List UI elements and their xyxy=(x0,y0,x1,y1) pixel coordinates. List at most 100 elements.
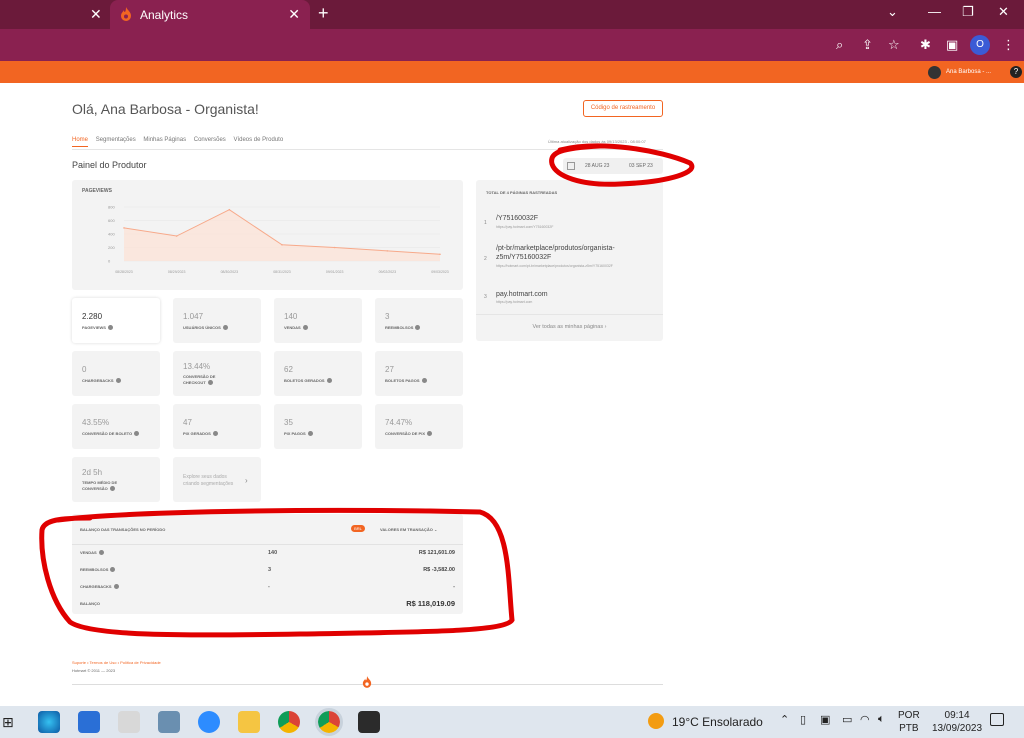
zoom-icon[interactable]: ⌕ xyxy=(836,37,843,53)
tab-my-pages[interactable]: Minhas Páginas xyxy=(143,137,186,143)
see-all-pages-link[interactable]: Ver todas as minhas páginas › xyxy=(476,314,663,330)
data-point[interactable] xyxy=(123,227,125,229)
app-icon[interactable] xyxy=(358,711,380,733)
info-icon[interactable] xyxy=(107,325,113,331)
tab-home[interactable]: Home xyxy=(72,137,89,147)
bookmark-star-icon[interactable]: ☆ xyxy=(888,37,900,53)
tab-analytics[interactable]: Analytics ✕ xyxy=(110,0,310,29)
hotmart-flame-icon xyxy=(362,676,372,688)
metric-value: 74.47% xyxy=(385,418,413,427)
share-icon[interactable]: ⇪ xyxy=(862,37,873,53)
metric-checkout-conversion[interactable]: 13.44% CONVERSÃO DE CHECKOUT xyxy=(173,351,261,396)
metric-pix-paid[interactable]: 35 PIX PAGOS xyxy=(274,404,362,449)
avatar[interactable] xyxy=(928,66,941,79)
weather-text[interactable]: 19°C Ensolarado xyxy=(672,715,763,729)
paint-icon[interactable] xyxy=(118,711,140,733)
task-view-icon[interactable]: ⊞ xyxy=(2,714,14,731)
footer-links[interactable]: Suporte • Termos de Uso • Política de Pr… xyxy=(72,660,161,665)
metric-label: BOLETOS GERADOS xyxy=(284,378,354,384)
info-icon[interactable] xyxy=(115,378,121,384)
info-icon[interactable] xyxy=(207,380,213,386)
input-language[interactable]: POR PTB xyxy=(898,709,920,735)
page-name[interactable]: /pt-br/marketplace/produtos/organista-z5… xyxy=(496,244,656,262)
wifi-icon[interactable]: ◠ xyxy=(860,713,870,726)
row-count: 3 xyxy=(268,567,272,573)
metric-chargebacks[interactable]: 0 CHARGEBACKS xyxy=(72,351,160,396)
page-name[interactable]: /Y75160032F xyxy=(496,214,656,223)
info-icon[interactable] xyxy=(113,584,119,590)
metric-boleto-conversion[interactable]: 43.55% CONVERSÃO DE BOLETO xyxy=(72,404,160,449)
close-window-icon[interactable]: ✕ xyxy=(998,4,1009,20)
tracking-code-button[interactable]: Código de rastreamento xyxy=(583,100,663,117)
info-icon[interactable] xyxy=(427,431,433,437)
info-icon[interactable] xyxy=(110,567,116,573)
tray-app-icon[interactable]: ▣ xyxy=(820,713,830,726)
data-point[interactable] xyxy=(175,235,178,237)
extensions-icon[interactable]: ✱ xyxy=(920,37,931,53)
zoom-app-icon[interactable] xyxy=(198,711,220,733)
metric-refunds[interactable]: 3 REEMBOLSOS xyxy=(375,298,463,343)
metric-pageviews[interactable]: 2.280 PAGEVIEWS xyxy=(72,298,160,343)
data-point[interactable] xyxy=(228,208,231,211)
tab-segmentations[interactable]: Segmentações xyxy=(96,137,136,143)
side-panel-icon[interactable]: ▣ xyxy=(946,37,958,53)
weather-sun-icon[interactable] xyxy=(648,713,664,729)
info-icon[interactable] xyxy=(415,325,421,331)
new-tab-icon[interactable]: + xyxy=(318,3,329,24)
info-icon[interactable] xyxy=(421,378,427,384)
tab-conversions[interactable]: Conversões xyxy=(194,137,226,143)
user-menu[interactable]: Ana Barbosa - ... xyxy=(946,69,991,75)
balance-title: BALANÇO DAS TRANSAÇÕES NO PERÍODO xyxy=(80,527,166,532)
minimize-icon[interactable]: — xyxy=(928,4,941,19)
data-point[interactable] xyxy=(281,244,283,246)
table-row: REEMBOLSOS 3 R$ -3,582.00 xyxy=(72,567,463,579)
help-icon[interactable]: ? xyxy=(1010,66,1022,78)
battery-icon[interactable]: ▭ xyxy=(842,713,852,726)
values-in-transaction-dropdown[interactable]: VALORES EM TRANSAÇÃO ⌄ xyxy=(380,527,437,532)
restore-icon[interactable]: ❐ xyxy=(962,4,974,20)
tab-product-videos[interactable]: Vídeos de Produto xyxy=(233,137,283,143)
close-tab-icon[interactable]: ✕ xyxy=(90,6,102,23)
metric-pix-generated[interactable]: 47 PIX GERADOS xyxy=(173,404,261,449)
data-point[interactable] xyxy=(439,253,441,256)
date-end[interactable]: 03 SEP 23 xyxy=(629,163,653,169)
chevron-up-icon[interactable]: ⌃ xyxy=(780,713,789,726)
file-explorer-icon[interactable] xyxy=(238,711,260,733)
metric-sales[interactable]: 140 VENDAS xyxy=(274,298,362,343)
info-icon[interactable] xyxy=(326,378,332,384)
close-tab-icon[interactable]: ✕ xyxy=(288,6,300,23)
profile-avatar[interactable]: O xyxy=(970,35,990,55)
edge-icon[interactable] xyxy=(38,711,60,733)
info-icon[interactable] xyxy=(307,431,313,437)
chrome-icon[interactable] xyxy=(278,711,300,733)
date-range-picker[interactable]: 28 AUG 23 03 SEP 23 xyxy=(563,158,663,174)
metric-value: 47 xyxy=(183,418,192,427)
info-icon[interactable] xyxy=(134,431,140,437)
clock[interactable]: 09:14 13/09/2023 xyxy=(932,709,982,735)
tab-search-icon[interactable]: ⌄ xyxy=(887,4,898,20)
data-point[interactable] xyxy=(386,250,389,252)
speaker-icon[interactable]: 🔈︎ xyxy=(878,713,885,726)
data-point[interactable] xyxy=(333,246,336,249)
menu-icon[interactable]: ⋮ xyxy=(1002,37,1015,53)
mail-icon[interactable] xyxy=(78,711,100,733)
metric-boletos-generated[interactable]: 62 BOLETOS GERADOS xyxy=(274,351,362,396)
computer-icon[interactable] xyxy=(158,711,180,733)
metric-avg-conversion-time[interactable]: 2d 5h TEMPO MÉDIO DE CONVERSÃO xyxy=(72,457,160,502)
info-icon[interactable] xyxy=(98,550,104,556)
main-nav: Home Segmentações Minhas Páginas Convers… xyxy=(72,137,289,147)
metric-unique-users[interactable]: 1.047 USUÁRIOS ÚNICOS xyxy=(173,298,261,343)
page-name[interactable]: pay.hotmart.com xyxy=(496,290,656,299)
currency-badge[interactable]: BRL xyxy=(351,525,365,532)
explore-segmentations-card[interactable]: Explore seus dados criando segmentações … xyxy=(173,457,261,502)
chrome-active-icon[interactable] xyxy=(315,708,343,736)
info-icon[interactable] xyxy=(302,325,308,331)
info-icon[interactable] xyxy=(109,486,115,492)
tray-app-icon[interactable]: ▯ xyxy=(800,713,806,726)
notifications-icon[interactable] xyxy=(990,713,1004,726)
info-icon[interactable] xyxy=(222,325,228,331)
metric-boletos-paid[interactable]: 27 BOLETOS PAGOS xyxy=(375,351,463,396)
metric-pix-conversion[interactable]: 74.47% CONVERSÃO DE PIX xyxy=(375,404,463,449)
info-icon[interactable] xyxy=(212,431,218,437)
date-start[interactable]: 28 AUG 23 xyxy=(585,163,609,169)
